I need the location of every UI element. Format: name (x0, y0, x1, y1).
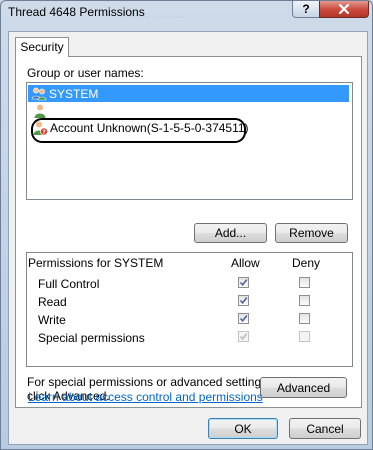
deny-read-checkbox[interactable] (299, 295, 310, 306)
users-group-icon (31, 86, 47, 102)
close-button[interactable] (319, 1, 369, 18)
advanced-button[interactable]: Advanced (260, 377, 347, 398)
allow-full-control-checkbox[interactable] (238, 277, 249, 288)
permissions-box: Permissions for SYSTEM Allow Deny Full C… (26, 252, 353, 367)
advanced-note-line1: For special permissions or advanced sett… (27, 375, 271, 389)
allow-read-checkbox[interactable] (238, 295, 249, 306)
deny-column-header: Deny (292, 256, 321, 270)
question-mark-icon: ? (302, 2, 310, 16)
checkmark-icon (239, 315, 248, 322)
permission-name-read: Read (38, 295, 67, 309)
list-item-system[interactable]: SYSTEM (28, 85, 349, 102)
list-item-obscured-user[interactable] (29, 102, 50, 119)
remove-button[interactable]: Remove (275, 223, 348, 243)
deny-write-checkbox[interactable] (299, 313, 310, 324)
highlight-ellipse-annotation (31, 118, 246, 143)
tab-security[interactable]: Security (15, 37, 69, 57)
ok-button[interactable]: OK (208, 418, 278, 439)
allow-special-checkbox (238, 331, 249, 342)
list-item-label: SYSTEM (49, 86, 99, 101)
checkmark-icon (239, 297, 248, 304)
allow-write-checkbox[interactable] (238, 313, 249, 324)
close-icon (338, 4, 350, 14)
deny-full-control-checkbox[interactable] (299, 277, 310, 288)
deny-special-checkbox (299, 331, 310, 342)
permissions-dialog: Thread 4648 Permissions ··· ···· ····· ·… (0, 0, 373, 450)
dialog-client-area: Security Group or user names: SYSTEM ? A… (8, 31, 368, 445)
permission-name-full-control: Full Control (38, 277, 100, 291)
user-icon (32, 103, 48, 119)
security-tab-panel: Group or user names: SYSTEM ? Account Un… (15, 56, 362, 408)
checkmark-icon (239, 279, 248, 286)
title-bar[interactable]: Thread 4648 Permissions ··· ···· ····· ·… (1, 1, 372, 23)
permissions-header: Permissions for SYSTEM (28, 256, 164, 270)
permission-name-write: Write (38, 313, 66, 327)
add-button[interactable]: Add... (194, 223, 267, 243)
cancel-button[interactable]: Cancel (289, 418, 361, 439)
allow-column-header: Allow (231, 256, 260, 270)
checkmark-icon (239, 333, 248, 340)
background-window-ghost-text: ··· ···· ····· ·· ·· ·· ······ (119, 14, 187, 20)
help-link[interactable]: Learn about access control and permissio… (28, 390, 263, 404)
help-button[interactable]: ? (292, 1, 320, 18)
group-names-label: Group or user names: (27, 66, 144, 80)
group-user-list[interactable]: SYSTEM ? Account Unknown(S-1-5-5-0-37451… (26, 82, 353, 200)
permission-name-special: Special permissions (38, 331, 145, 345)
